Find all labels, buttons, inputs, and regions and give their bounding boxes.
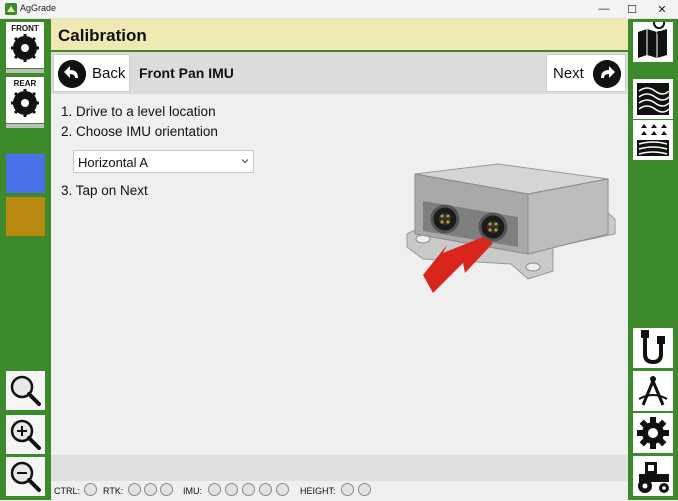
- rtk-status-indicator-2: [144, 483, 157, 496]
- contour-map-button[interactable]: [633, 79, 673, 119]
- zoom-out-button[interactable]: [6, 457, 45, 496]
- map-button[interactable]: [633, 17, 673, 62]
- chevron-down-icon: [241, 159, 249, 164]
- rear-pan-button[interactable]: REAR: [6, 77, 44, 123]
- next-arrow-icon: [593, 60, 621, 88]
- imu-status-indicator-2: [225, 483, 238, 496]
- page-title: Calibration: [58, 26, 147, 45]
- connections-button[interactable]: [633, 328, 673, 368]
- app-icon: [5, 3, 17, 15]
- compass-survey-icon: [638, 376, 668, 406]
- window-title: AgGrade: [20, 3, 57, 13]
- imu-status-indicator-3: [242, 483, 255, 496]
- right-sidebar: [628, 17, 678, 500]
- height-status-label: HEIGHT:: [300, 486, 336, 496]
- maximize-button[interactable]: ☐: [618, 0, 646, 18]
- contour-map-icon: [637, 83, 670, 115]
- imu-orientation-select[interactable]: Horizontal A: [73, 150, 254, 173]
- imu-status-indicator-5: [276, 483, 289, 496]
- zoom-fit-icon: [10, 375, 41, 406]
- gold-swatch-button[interactable]: [6, 197, 45, 236]
- ctrl-status-indicator: [84, 483, 97, 496]
- window-titlebar: AgGrade — ☐ ✕: [0, 0, 678, 19]
- blue-swatch-button[interactable]: [6, 154, 45, 193]
- calibration-item-title: Front Pan IMU: [139, 65, 234, 81]
- front-pan-indicator: [6, 69, 44, 73]
- imu-orientation-value: Horizontal A: [78, 155, 149, 170]
- imu-status-indicator-1: [208, 483, 221, 496]
- next-label: Next: [553, 65, 584, 82]
- zoom-fit-button[interactable]: [6, 371, 45, 410]
- front-pan-button[interactable]: FRONT: [6, 22, 44, 68]
- back-arrow-icon: [58, 60, 86, 88]
- toolbar: Back Front Pan IMU Next: [51, 52, 628, 94]
- rear-pan-label: REAR: [13, 79, 37, 88]
- imu-device-illustration: [406, 163, 616, 293]
- bottom-strip: [51, 455, 628, 481]
- status-bar: CTRL: RTK: IMU: HEIGHT:: [51, 481, 628, 500]
- rtk-status-indicator-3: [160, 483, 173, 496]
- back-label: Back: [92, 65, 126, 82]
- height-status-indicator-1: [341, 483, 354, 496]
- zoom-in-button[interactable]: [6, 415, 45, 454]
- survey-button[interactable]: [633, 371, 673, 411]
- equipment-button[interactable]: [633, 456, 673, 496]
- left-sidebar: FRONT REAR: [0, 19, 51, 500]
- step-2-text: 2. Choose IMU orientation: [61, 124, 218, 139]
- rear-pan-indicator: [6, 124, 44, 128]
- rear-pan-blade-icon: [11, 89, 39, 117]
- imu-status-indicator-4: [259, 483, 272, 496]
- height-status-indicator-2: [358, 483, 371, 496]
- front-pan-blade-icon: [11, 34, 39, 62]
- page-header: Calibration: [51, 19, 628, 52]
- tractor-icon: [638, 462, 669, 493]
- map-pin-icon: [638, 17, 667, 58]
- main-panel: Calibration Back Front Pan IMU Next 1. D…: [51, 19, 628, 500]
- settings-button[interactable]: [633, 413, 673, 453]
- rtk-status-label: RTK:: [103, 486, 124, 496]
- close-button[interactable]: ✕: [648, 0, 676, 18]
- minimize-button[interactable]: —: [590, 0, 618, 18]
- step-1-text: 1. Drive to a level location: [61, 104, 216, 119]
- field-crop-icon: [637, 124, 669, 156]
- rtk-status-indicator-1: [128, 483, 141, 496]
- cable-connector-icon: [641, 330, 665, 365]
- imu-status-label: IMU:: [183, 486, 202, 496]
- step-3-text: 3. Tap on Next: [61, 183, 148, 198]
- back-button[interactable]: Back: [53, 54, 130, 92]
- field-crop-button[interactable]: [633, 120, 673, 160]
- front-pan-label: FRONT: [11, 24, 39, 33]
- gear-icon: [637, 417, 669, 449]
- next-button[interactable]: Next: [546, 54, 626, 92]
- ctrl-status-label: CTRL:: [54, 486, 81, 496]
- zoom-in-icon: [10, 419, 41, 450]
- zoom-out-icon: [10, 461, 41, 492]
